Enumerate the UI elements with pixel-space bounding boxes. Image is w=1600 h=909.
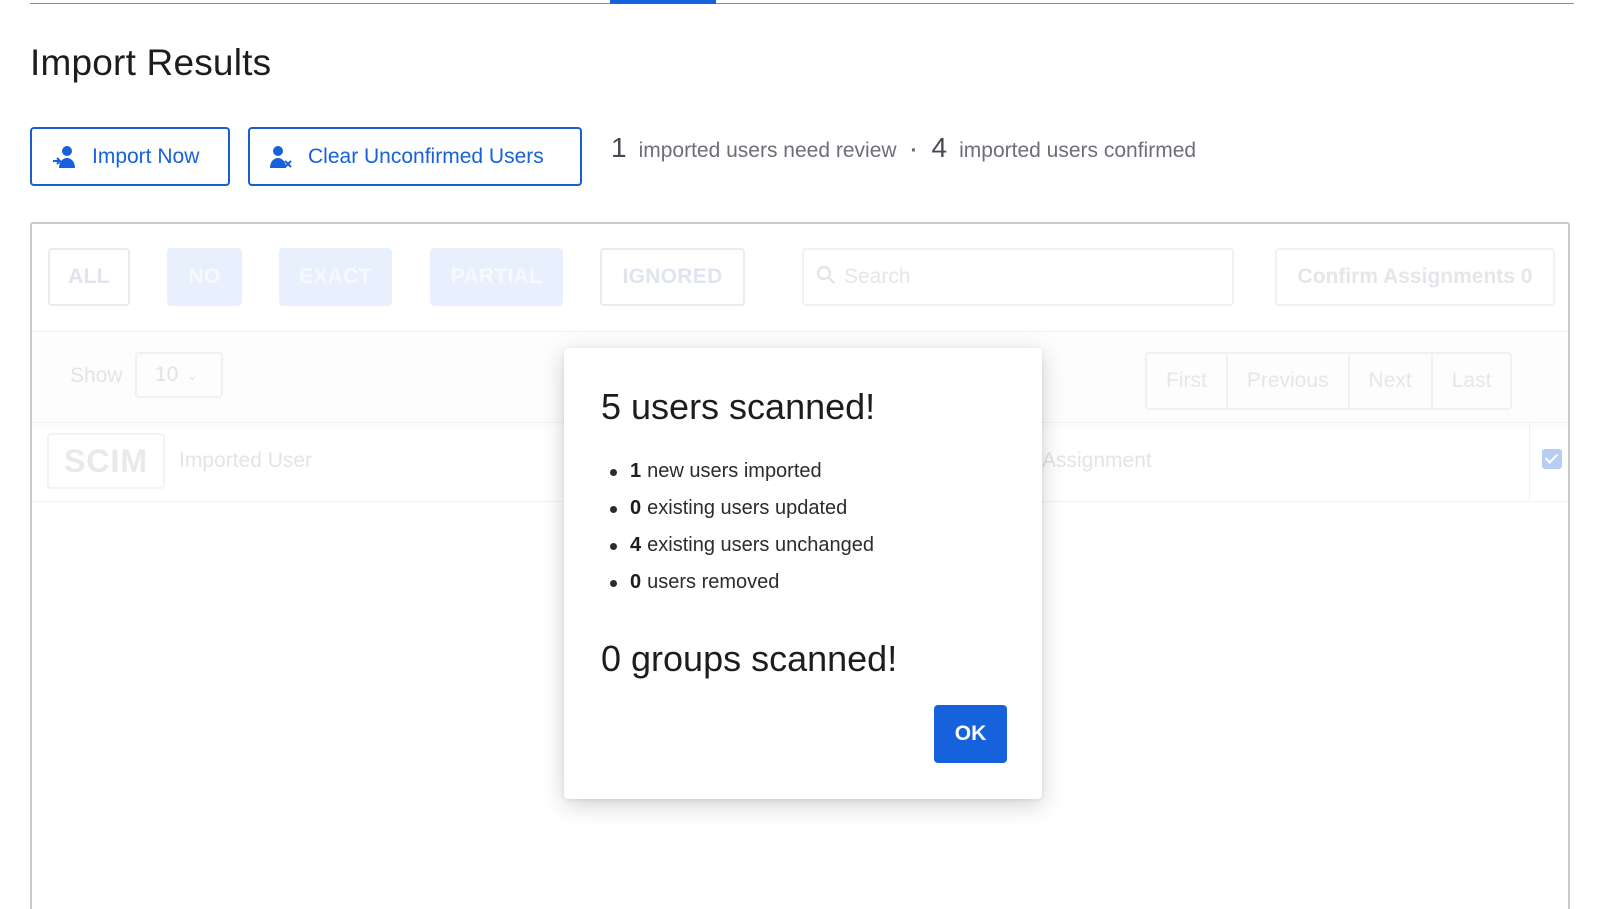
stat-count: 1 [630, 460, 642, 482]
column-imported-user[interactable]: Imported User [179, 449, 312, 473]
last-page-button[interactable]: Last [1433, 354, 1511, 408]
page-size-select[interactable]: 10 ⌄ [135, 352, 223, 398]
list-item: 4 existing users unchanged [610, 527, 874, 564]
next-page-button[interactable]: Next [1350, 354, 1433, 408]
first-page-button[interactable]: First [1147, 354, 1228, 408]
confirmed-count: 4 [931, 132, 948, 163]
import-now-button[interactable]: Import Now [30, 127, 230, 186]
import-now-label: Import Now [92, 144, 200, 168]
groups-scanned-title: 0 groups scanned! [601, 638, 898, 679]
page-title: Import Results [30, 42, 272, 83]
confirm-assignments-button[interactable]: Confirm Assignments 0 [1275, 248, 1555, 306]
column-divider [1529, 423, 1530, 501]
stat-label: existing users updated [647, 497, 848, 519]
select-all-checkbox[interactable] [1542, 449, 1562, 469]
review-count: 1 [611, 132, 627, 163]
search-box [802, 248, 1234, 306]
stat-label: new users imported [647, 460, 822, 482]
list-item: 0 existing users updated [610, 490, 874, 527]
stat-count: 0 [630, 571, 642, 593]
page-size-value: 10 [155, 363, 179, 386]
summary-separator: · [910, 139, 918, 162]
filter-bar: ALL NO EXACT PARTIAL IGNORED Confirm Ass… [32, 224, 1568, 331]
list-item: 1 new users imported [610, 453, 874, 490]
previous-page-button[interactable]: Previous [1228, 354, 1350, 408]
filter-no-button[interactable]: NO [167, 248, 242, 306]
column-assignment[interactable]: Assignment [1042, 449, 1152, 473]
search-input[interactable] [844, 265, 1204, 289]
list-item: 0 users removed [610, 564, 874, 601]
clear-unconfirmed-users-label: Clear Unconfirmed Users [308, 144, 544, 168]
filter-partial-button[interactable]: PARTIAL [430, 248, 563, 306]
top-tab-rule [30, 3, 1574, 4]
pager: First Previous Next Last [1145, 352, 1513, 410]
stat-label: existing users unchanged [647, 534, 874, 556]
search-icon [816, 265, 836, 290]
scan-stats-list: 1 new users imported 0 existing users upda… [610, 453, 874, 601]
import-summary: 1 imported users need review · 4 importe… [611, 132, 1196, 164]
stat-count: 0 [630, 497, 642, 519]
filter-all-button[interactable]: ALL [48, 248, 130, 306]
remove-user-icon [268, 144, 294, 170]
scim-logo: SCIM [47, 433, 165, 489]
ok-button[interactable]: OK [934, 705, 1007, 763]
scan-results-dialog: 5 users scanned! 1 new users imported 0 ex… [564, 348, 1042, 799]
show-label: Show [70, 364, 123, 387]
filter-exact-button[interactable]: EXACT [279, 248, 392, 306]
stat-label: users removed [647, 571, 780, 593]
clear-unconfirmed-users-button[interactable]: Clear Unconfirmed Users [248, 127, 582, 186]
review-text: imported users need review [638, 139, 897, 162]
import-user-icon [52, 144, 78, 170]
confirmed-text: imported users confirmed [959, 139, 1197, 162]
users-scanned-title: 5 users scanned! [601, 386, 876, 427]
stat-count: 4 [630, 534, 642, 556]
chevron-down-icon: ⌄ [186, 366, 199, 383]
filter-ignored-button[interactable]: IGNORED [600, 248, 745, 306]
active-tab-indicator [610, 0, 716, 4]
